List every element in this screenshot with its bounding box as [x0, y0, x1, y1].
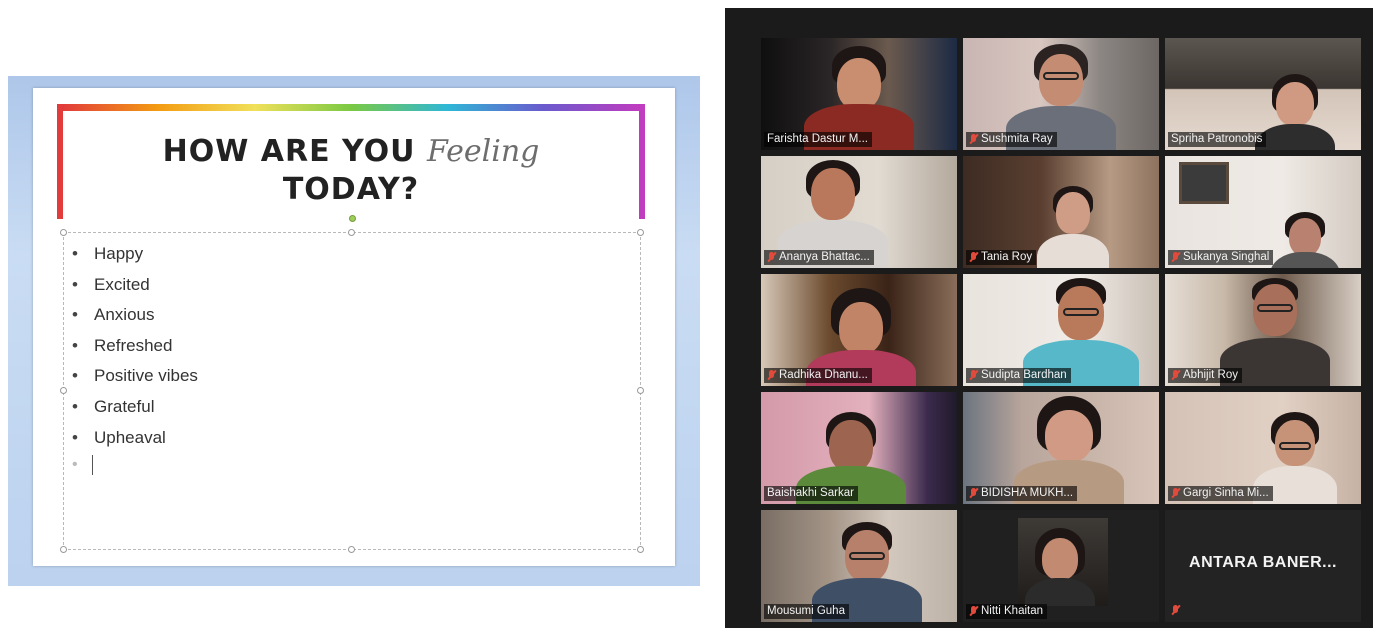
participant-name-label: Nitti Khaitan	[966, 604, 1048, 619]
participant-tile[interactable]: Sudipta Bardhan	[963, 274, 1159, 386]
text-caret	[91, 455, 93, 475]
participant-tile[interactable]: Tania Roy	[963, 156, 1159, 268]
participant-tile[interactable]: Baishakhi Sarkar	[761, 392, 957, 504]
muted-mic-icon	[969, 487, 978, 499]
muted-mic-icon	[1171, 487, 1180, 499]
participant-name-display: ANTARA BANER...	[1189, 554, 1337, 571]
participant-name-label: BIDISHA MUKH...	[966, 486, 1078, 501]
participant-name-label: Tania Roy	[966, 250, 1037, 265]
list-item: • Happy	[72, 244, 144, 263]
title-box[interactable]: HOW ARE YOU Feeling TODAY?	[57, 104, 645, 219]
muted-mic-icon	[767, 251, 776, 263]
participant-tile[interactable]: BIDISHA MUKH...	[963, 392, 1159, 504]
muted-mic-icon	[1171, 251, 1180, 263]
muted-mic-icon	[1171, 605, 1180, 616]
participant-name-label: Spriha Patronobis	[1168, 132, 1267, 147]
participant-tile[interactable]: Gargi Sinha Mi...	[1165, 392, 1361, 504]
muted-mic-icon	[767, 369, 776, 381]
participant-tile[interactable]: Sushmita Ray	[963, 38, 1159, 150]
participant-name-label: Sushmita Ray	[966, 132, 1057, 147]
list-item: • Refreshed	[72, 335, 173, 355]
title-part1: HOW ARE YOU	[162, 134, 416, 169]
participant-name-label: Baishakhi Sarkar	[764, 486, 858, 501]
resize-handle-r[interactable]	[637, 387, 644, 394]
muted-mic-icon	[969, 251, 978, 263]
list-item: • Positive vibes	[72, 366, 198, 386]
list-item: • Grateful	[72, 396, 155, 416]
list-item: • Upheaval	[72, 427, 166, 447]
resize-handle-t[interactable]	[348, 229, 355, 236]
participant-name-label: Abhijit Roy	[1168, 368, 1242, 383]
participant-name-label: Sukanya Singhal	[1168, 250, 1274, 265]
participant-video	[1018, 518, 1108, 606]
bullet-text-box[interactable]: • Happy • Excited • Anxious • Refreshed • Pos…	[60, 229, 644, 553]
resize-handle-bl[interactable]	[60, 546, 67, 553]
presentation-window: HOW ARE YOU Feeling TODAY? • Happy • Excit…	[8, 76, 700, 586]
muted-mic-icon	[969, 369, 978, 381]
resize-handle-br[interactable]	[637, 546, 644, 553]
muted-mic-icon	[969, 605, 978, 617]
participant-tile[interactable]: Abhijit Roy	[1165, 274, 1361, 386]
title-script-word: Feeling	[426, 134, 540, 169]
resize-handle-l[interactable]	[60, 387, 67, 394]
participant-name-label: Radhika Dhanu...	[764, 368, 872, 383]
participant-tile[interactable]: Sukanya Singhal	[1165, 156, 1361, 268]
slide: HOW ARE YOU Feeling TODAY? • Happy • Excit…	[33, 88, 675, 566]
bullet-list: • Happy • Excited • Anxious • Refreshed • Pos…	[72, 239, 198, 453]
muted-mic-icon	[1171, 369, 1180, 381]
list-item: • Anxious	[72, 305, 155, 325]
participant-name-label: Ananya Bhattac...	[764, 250, 874, 265]
video-gallery: Farishta Dastur M... Sushmita Ray Spriha…	[725, 8, 1373, 628]
participant-tile[interactable]: Farishta Dastur M...	[761, 38, 957, 150]
participant-tile[interactable]: Mousumi Guha	[761, 510, 957, 622]
muted-mic-icon	[969, 133, 978, 145]
title-part2: TODAY?	[282, 172, 420, 207]
participant-name-label: Sudipta Bardhan	[966, 368, 1071, 383]
participant-tile[interactable]: Nitti Khaitan	[963, 510, 1159, 622]
participant-name-label: Gargi Sinha Mi...	[1168, 486, 1273, 501]
participant-name-label: Mousumi Guha	[764, 604, 849, 619]
slide-title: HOW ARE YOU Feeling TODAY?	[63, 133, 639, 209]
participant-name-label: Farishta Dastur M...	[764, 132, 872, 147]
resize-handle-tl[interactable]	[60, 229, 67, 236]
rotation-handle[interactable]	[349, 215, 356, 222]
resize-handle-tr[interactable]	[637, 229, 644, 236]
list-item: • Excited	[72, 274, 150, 294]
participant-tile-active-speaker[interactable]: Spriha Patronobis	[1165, 38, 1361, 150]
participant-tile[interactable]: Ananya Bhattac...	[761, 156, 957, 268]
text-cursor-line[interactable]: •	[72, 455, 93, 475]
participant-tile-video-off[interactable]: ANTARA BANER...	[1165, 510, 1361, 622]
participant-tile[interactable]: Radhika Dhanu...	[761, 274, 957, 386]
resize-handle-b[interactable]	[348, 546, 355, 553]
